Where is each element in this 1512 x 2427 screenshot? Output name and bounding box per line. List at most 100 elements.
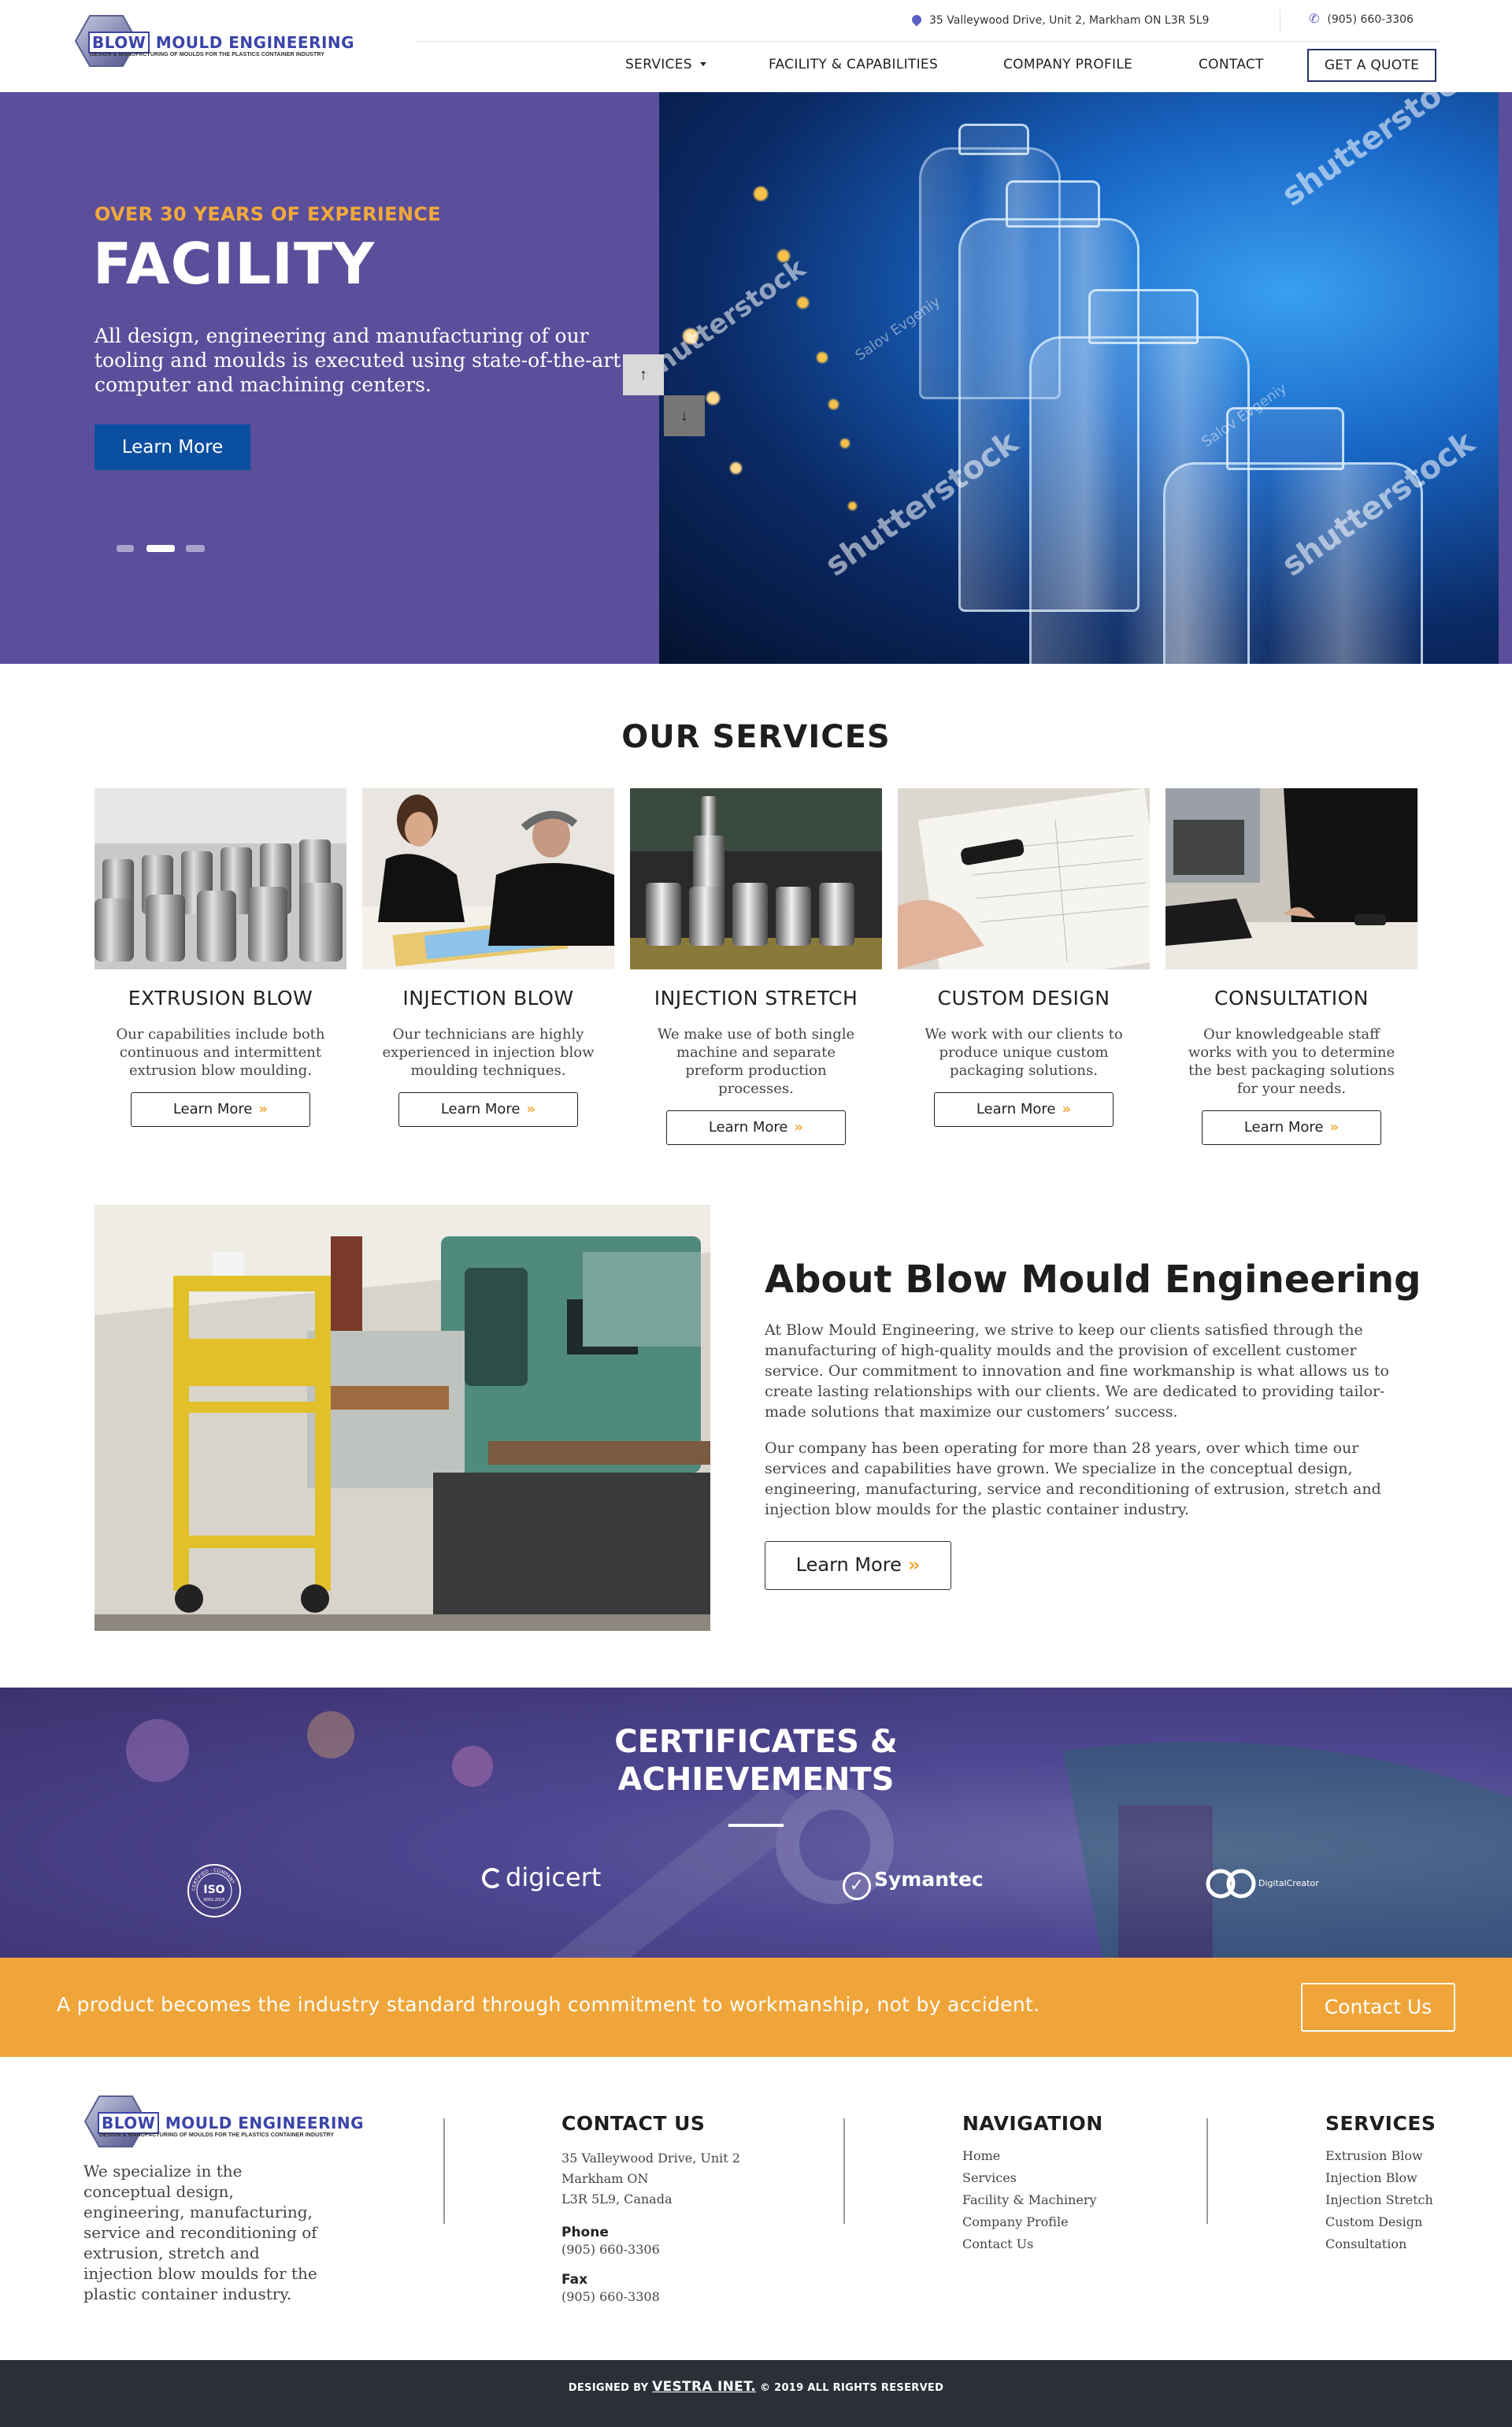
about-title: About Blow Mould Engineering [765, 1258, 1421, 1302]
technicians-illustration [362, 788, 614, 969]
header-address-text: 35 Valleywood Drive, Unit 2, Markham ON … [929, 14, 1210, 27]
footer-service-consultation[interactable]: Consultation [1325, 2233, 1433, 2255]
technical-drawing-illustration [898, 788, 1150, 969]
cta-banner: A product becomes the industry standard … [0, 1958, 1512, 2057]
nav-contact[interactable]: CONTACT [1199, 57, 1264, 72]
footer-nav-facility[interactable]: Facility & Machinery [962, 2189, 1097, 2211]
slider-prev-arrow-icon[interactable]: ↑ [623, 354, 664, 395]
service-card-extrusion-blow: EXTRUSION BLOW Our capabilities include … [94, 788, 346, 1127]
hero-bottles-photo: shutterstock shutterstock shutterstock s… [659, 92, 1499, 664]
footer-navigation-title: NAVIGATION [962, 2112, 1103, 2135]
slider-next-arrow-icon[interactable]: ↓ [664, 395, 705, 436]
footer-service-injection-blow[interactable]: Injection Blow [1325, 2167, 1433, 2189]
footer-service-injection-stretch[interactable]: Injection Stretch [1325, 2189, 1433, 2211]
logo-name-part1: BLOW [88, 31, 150, 54]
footer-nav-company-profile[interactable]: Company Profile [962, 2211, 1097, 2233]
site-logo[interactable]: BLOW MOULD ENGINEERING DESIGN & MANUFACT… [74, 14, 354, 69]
service-name: INJECTION STRETCH [654, 987, 858, 1010]
header-phone[interactable]: ✆ (905) 660-3306 [1309, 11, 1414, 26]
bokeh-light [754, 187, 768, 201]
service-image-drawings [898, 788, 1150, 969]
service-button-label: Learn More [708, 1119, 788, 1136]
logo-tagline: DESIGN & MANUFACTURING OF MOULDS FOR THE… [90, 52, 325, 57]
get-a-quote-button[interactable]: GET A QUOTE [1307, 49, 1436, 82]
contact-us-button[interactable]: Contact Us [1301, 1983, 1455, 2032]
service-button-label: Learn More [1243, 1119, 1324, 1136]
hero-text: All design, engineering and manufacturin… [94, 324, 621, 396]
footer-address-line: L3R 5L9, Canada [561, 2192, 673, 2207]
double-chevron-right-icon: » [907, 1554, 921, 1576]
service-name: INJECTION BLOW [402, 987, 574, 1010]
footer-service-custom-design[interactable]: Custom Design [1325, 2211, 1433, 2233]
footer-divider [1206, 2118, 1208, 2224]
bokeh-light [730, 462, 742, 474]
service-card-injection-stretch: INJECTION STRETCH We make use of both si… [630, 788, 882, 1145]
service-button-label: Learn More [440, 1101, 521, 1117]
footer-nav-contact[interactable]: Contact Us [962, 2233, 1097, 2255]
service-desc: Our knowledgeable staff works with you t… [1188, 1026, 1395, 1097]
service-image-consultation [1166, 788, 1418, 969]
service-learn-more-button[interactable]: Learn More » [666, 1110, 846, 1145]
logo-name-part2: MOULD ENGINEERING [155, 33, 355, 52]
designer-link[interactable]: VESTRA INET. [652, 2379, 756, 2395]
footer-phone-value[interactable]: (905) 660-3306 [561, 2241, 660, 2258]
nav-company-profile[interactable]: COMPANY PROFILE [1003, 57, 1132, 72]
iso-logo-text: ISO [203, 1884, 224, 1896]
infinity-icon [1203, 1867, 1258, 1900]
digicert-logo: digicert [482, 1862, 601, 1892]
hero-slider: shutterstock shutterstock shutterstock s… [0, 92, 1512, 664]
double-chevron-right-icon: » [526, 1101, 536, 1117]
double-chevron-right-icon: » [1062, 1101, 1072, 1117]
bokeh-light [840, 439, 850, 448]
service-desc: Our technicians are highly experienced i… [382, 1026, 595, 1079]
iso-standard-text: 9001:2015 [203, 1898, 224, 1903]
about-button-label: Learn More [795, 1554, 902, 1576]
about-learn-more-button[interactable]: Learn More» [765, 1541, 951, 1590]
footer-nav-services[interactable]: Services [962, 2167, 1097, 2189]
iso-certified-logo: CERTIFIED · COMPANY ISO 9001:2015 [186, 1862, 243, 1923]
footer-phone: Phone (905) 660-3306 [561, 2224, 660, 2258]
footer-service-extrusion-blow[interactable]: Extrusion Blow [1325, 2145, 1433, 2167]
bokeh-light [848, 502, 857, 510]
workshop-illustration [94, 1205, 710, 1631]
slider-dot-1[interactable] [117, 545, 134, 552]
header-rule [416, 41, 1440, 42]
service-button-label: Learn More [172, 1101, 253, 1117]
service-learn-more-button[interactable]: Learn More » [131, 1092, 310, 1127]
slider-dot-2-active[interactable] [146, 545, 175, 552]
nav-services[interactable]: SERVICES [625, 57, 706, 72]
nav-facility[interactable]: FACILITY & CAPABILITIES [769, 57, 938, 72]
certificates-title-line1: CERTIFICATES & [614, 1724, 898, 1760]
hero-title: FACILITY [93, 231, 376, 297]
hero-learn-more-button[interactable]: Learn More [94, 424, 250, 470]
footer-fax: Fax (905) 660-3308 [561, 2271, 660, 2306]
certificates-section: CERTIFICATES & ACHIEVEMENTS CERTIFIED · C… [0, 1688, 1512, 1958]
footer-fax-value: (905) 660-3308 [561, 2289, 660, 2304]
service-learn-more-button[interactable]: Learn More » [398, 1092, 578, 1127]
checkmark-icon: ✓ [843, 1872, 871, 1900]
map-pin-icon [910, 13, 924, 27]
service-image-machine-parts [630, 788, 882, 969]
footer-divider [443, 2118, 445, 2224]
slider-dot-3[interactable] [186, 545, 205, 552]
iso-badge-icon: CERTIFIED · COMPANY ISO 9001:2015 [187, 1864, 241, 1918]
service-learn-more-button[interactable]: Learn More » [1202, 1110, 1381, 1145]
bokeh-light [706, 391, 720, 405]
service-card-custom-design: CUSTOM DESIGN We work with our clients t… [898, 788, 1150, 1127]
footer-nav-links: Home Services Facility & Machinery Compa… [962, 2145, 1097, 2255]
service-image-technicians [362, 788, 614, 969]
double-chevron-right-icon: » [794, 1119, 804, 1136]
header-address[interactable]: 35 Valleywood Drive, Unit 2, Markham ON … [910, 13, 1210, 27]
bottom-bar: DESIGNED BY VESTRA INET. © 2019 ALL RIGH… [0, 2360, 1512, 2427]
bottle [919, 147, 1061, 399]
copyright-text: © 2019 ALL RIGHTS RESERVED [759, 2382, 944, 2394]
certificates-title: CERTIFICATES & ACHIEVEMENTS [0, 1723, 1512, 1799]
symantec-logo: ✓ Symantec [843, 1868, 984, 1900]
service-desc: Our capabilities include both continuous… [116, 1026, 325, 1079]
footer-nav-home[interactable]: Home [962, 2145, 1097, 2167]
about-paragraph-2: Our company has been operating for more … [765, 1440, 1381, 1518]
service-desc: We work with our clients to produce uniq… [925, 1026, 1123, 1079]
service-card-injection-blow: INJECTION BLOW Our technicians are highl… [362, 788, 614, 1127]
service-learn-more-button[interactable]: Learn More » [934, 1092, 1114, 1127]
footer-logo[interactable]: BLOW MOULD ENGINEERING DESIGN & MANUFACT… [83, 2095, 364, 2150]
